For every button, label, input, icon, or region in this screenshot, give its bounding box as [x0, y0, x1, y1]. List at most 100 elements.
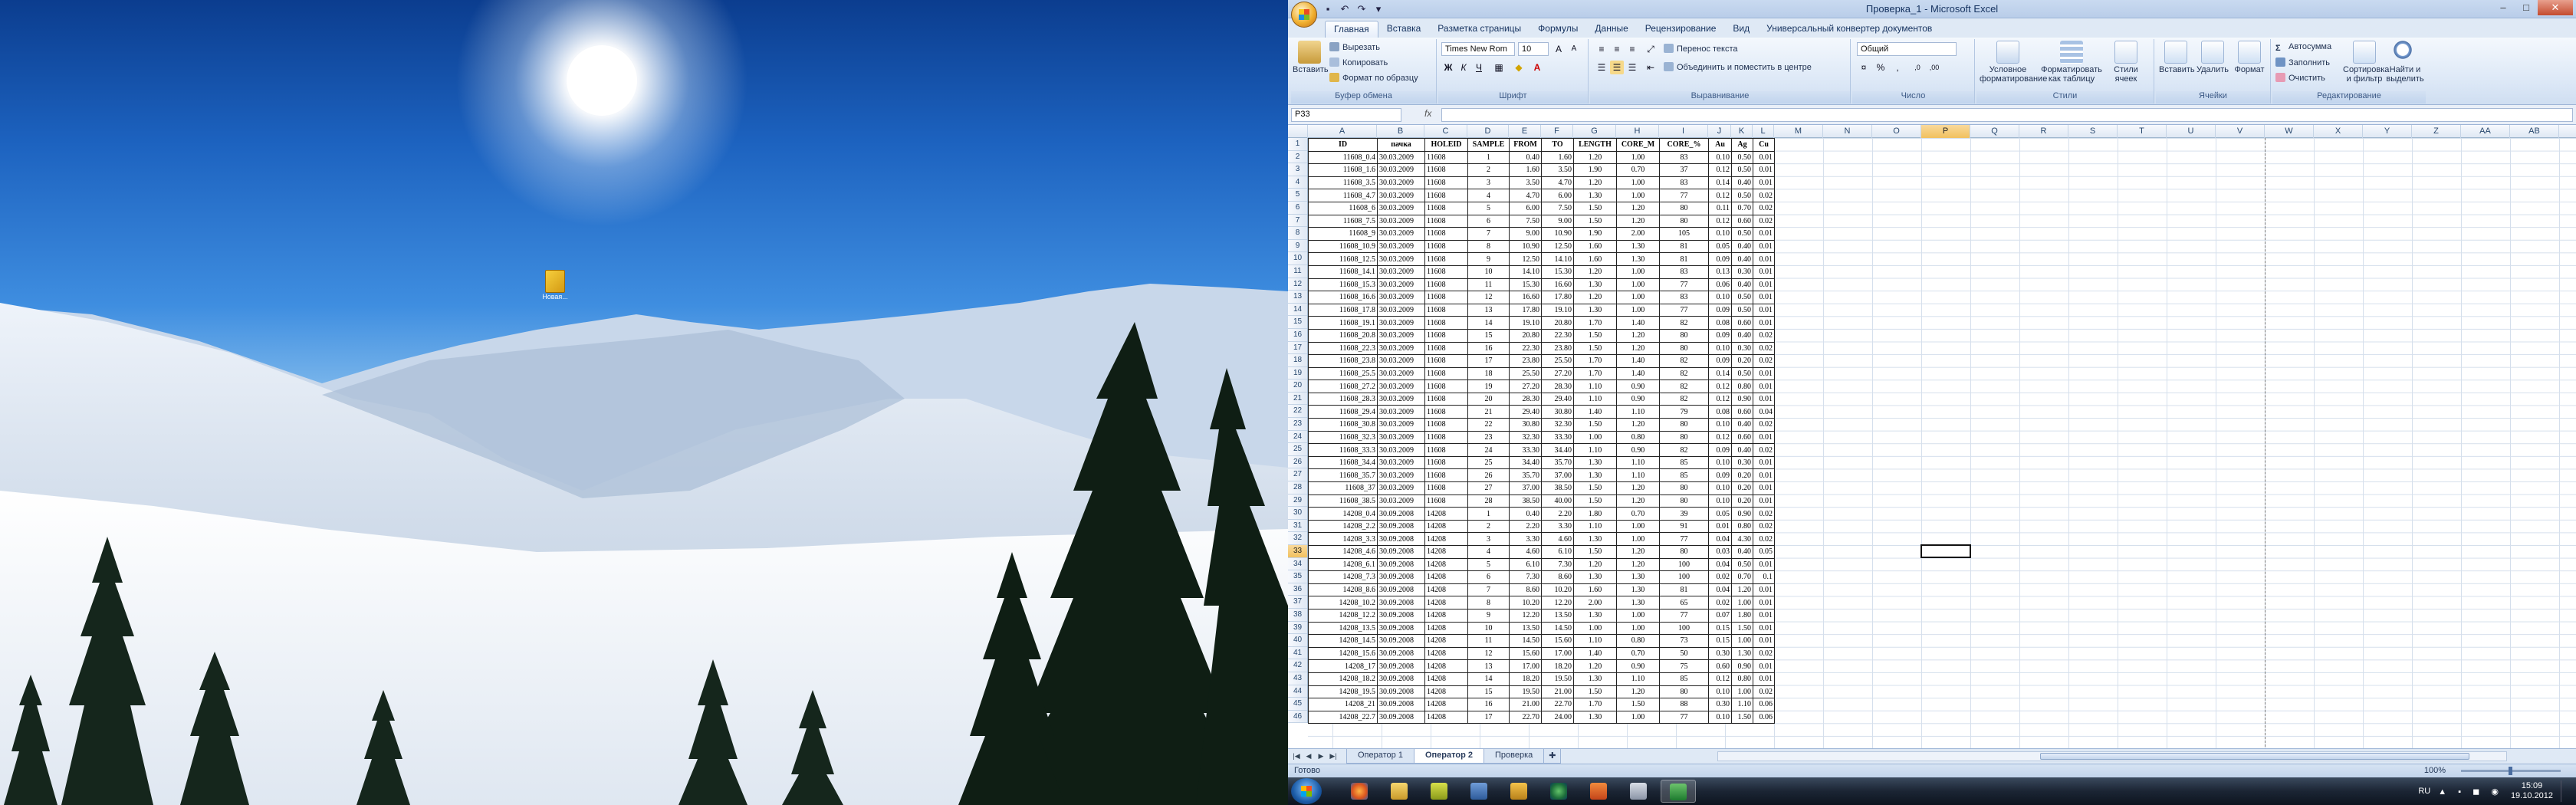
table-cell[interactable]: 4.60 [1541, 532, 1574, 546]
table-cell[interactable]: 1.10 [1616, 468, 1660, 483]
table-cell[interactable]: 32.30 [1541, 418, 1574, 432]
table-cell[interactable]: 30.03.2009 [1377, 481, 1425, 495]
table-cell[interactable]: 10.90 [1509, 239, 1542, 254]
table-cell[interactable]: 0.01 [1753, 430, 1775, 445]
table-cell[interactable]: 11608_25.5 [1308, 366, 1378, 381]
taskbar-calc-app[interactable] [1621, 780, 1656, 803]
table-cell[interactable]: 1.10 [1573, 634, 1617, 648]
table-cell[interactable]: 15 [1467, 328, 1510, 343]
table-cell[interactable]: 14208_3.3 [1308, 532, 1378, 546]
table-cell[interactable]: 10.90 [1541, 227, 1574, 241]
table-cell[interactable]: 30.03.2009 [1377, 264, 1425, 279]
table-cell[interactable]: 1.20 [1616, 328, 1660, 343]
table-cell[interactable]: 8 [1467, 596, 1510, 610]
table-cell[interactable]: 25.50 [1509, 366, 1542, 381]
table-cell[interactable]: 25.50 [1541, 354, 1574, 368]
table-cell[interactable]: 91 [1659, 519, 1709, 534]
table-cell[interactable]: 0.15 [1708, 634, 1732, 648]
table-cell[interactable]: 11608_19.1 [1308, 316, 1378, 330]
table-cell[interactable]: 1.30 [1573, 672, 1617, 686]
row-header[interactable]: 22 [1288, 405, 1307, 419]
table-cell[interactable]: 80 [1659, 430, 1709, 445]
taskbar-explorer[interactable] [1382, 780, 1417, 803]
table-cell[interactable]: 1.00 [1616, 291, 1660, 304]
insert-cells-button[interactable]: Вставить [2159, 41, 2195, 74]
table-cell[interactable]: 0.13 [1708, 264, 1732, 279]
table-cell[interactable]: 15.30 [1541, 264, 1574, 279]
table-cell[interactable]: 1.20 [1573, 264, 1617, 279]
table-cell[interactable]: 1.00 [1731, 634, 1753, 648]
table-cell[interactable]: 1.70 [1573, 354, 1617, 368]
table-cell[interactable]: 0.01 [1753, 316, 1775, 330]
row-header[interactable]: 39 [1288, 622, 1307, 635]
row-header[interactable]: 36 [1288, 583, 1307, 596]
tab-review[interactable]: Рецензирование [1637, 21, 1725, 38]
table-cell[interactable]: 80 [1659, 214, 1709, 228]
table-cell[interactable]: 0.20 [1731, 468, 1753, 483]
table-cell[interactable]: 30.09.2008 [1377, 634, 1425, 648]
table-cell[interactable]: 17.00 [1509, 659, 1542, 673]
sheet-tab-operator-2[interactable]: Оператор 2 [1413, 749, 1484, 764]
table-cell[interactable]: 0.05 [1708, 507, 1732, 521]
table-cell[interactable]: 85 [1659, 672, 1709, 686]
format-cells-button[interactable]: Формат [2233, 41, 2266, 74]
table-cell[interactable]: 1.50 [1616, 698, 1660, 711]
table-cell[interactable]: 0.70 [1616, 507, 1660, 521]
row-header[interactable]: 40 [1288, 634, 1307, 647]
table-cell[interactable]: 0.10 [1708, 455, 1732, 470]
table-cell[interactable]: 11608_34.4 [1308, 455, 1378, 470]
table-cell[interactable]: 0.90 [1731, 392, 1753, 406]
table-cell[interactable]: 0.02 [1753, 341, 1775, 356]
table-cell[interactable]: 1.70 [1573, 366, 1617, 381]
header-cell[interactable]: CORE_M [1616, 138, 1660, 152]
row-header[interactable]: 8 [1288, 227, 1307, 240]
table-cell[interactable]: 30.09.2008 [1377, 545, 1425, 559]
table-cell[interactable]: 14208 [1424, 583, 1468, 597]
table-cell[interactable]: 0.11 [1708, 201, 1732, 215]
table-cell[interactable]: 11 [1467, 278, 1510, 292]
row-header[interactable]: 35 [1288, 570, 1307, 583]
row-header[interactable]: 7 [1288, 215, 1307, 228]
table-cell[interactable]: 1.40 [1573, 405, 1617, 419]
table-cell[interactable]: 6 [1467, 570, 1510, 584]
table-cell[interactable]: 30.03.2009 [1377, 405, 1425, 419]
table-cell[interactable]: 11608_9 [1308, 227, 1378, 241]
table-cell[interactable]: 0.01 [1753, 278, 1775, 292]
table-cell[interactable]: 7 [1467, 227, 1510, 241]
table-cell[interactable]: 80 [1659, 341, 1709, 356]
table-cell[interactable]: 1.30 [1573, 455, 1617, 470]
table-cell[interactable]: 16 [1467, 698, 1510, 711]
table-cell[interactable]: 9 [1467, 608, 1510, 623]
align-right-icon[interactable]: ☰ [1625, 61, 1639, 74]
table-cell[interactable]: 1.00 [1616, 608, 1660, 623]
table-cell[interactable]: 30.03.2009 [1377, 316, 1425, 330]
table-cell[interactable]: 1.10 [1731, 698, 1753, 711]
table-cell[interactable]: 1.10 [1573, 519, 1617, 534]
table-cell[interactable]: 0.60 [1731, 405, 1753, 419]
table-cell[interactable]: 30.03.2009 [1377, 430, 1425, 445]
align-middle-icon[interactable]: ≡ [1610, 42, 1624, 56]
tab-page-layout[interactable]: Разметка страницы [1429, 21, 1530, 38]
table-cell[interactable]: 0.01 [1753, 634, 1775, 648]
table-cell[interactable]: 14208_4.6 [1308, 545, 1378, 559]
table-cell[interactable]: 1.70 [1573, 698, 1617, 711]
table-cell[interactable]: 11608_0.4 [1308, 150, 1378, 165]
table-cell[interactable]: 0.10 [1708, 494, 1732, 508]
table-cell[interactable]: 14208_2.2 [1308, 519, 1378, 534]
table-cell[interactable]: 7.30 [1541, 557, 1574, 572]
column-header-q[interactable]: Q [1970, 125, 2019, 138]
table-cell[interactable]: 1.00 [1616, 303, 1660, 317]
table-cell[interactable]: 75 [1659, 659, 1709, 673]
table-cell[interactable]: 14208 [1424, 698, 1468, 711]
table-cell[interactable]: 24 [1467, 443, 1510, 457]
table-cell[interactable]: 11608 [1424, 163, 1468, 177]
table-cell[interactable]: 0.12 [1708, 189, 1732, 202]
tab-insert[interactable]: Вставка [1378, 21, 1430, 38]
table-cell[interactable]: 14.10 [1509, 264, 1542, 279]
table-cell[interactable]: 1.00 [1616, 532, 1660, 546]
table-cell[interactable]: 0.02 [1753, 443, 1775, 457]
table-cell[interactable]: 27.20 [1541, 366, 1574, 381]
table-cell[interactable]: 14208_17 [1308, 659, 1378, 673]
table-cell[interactable]: 16.60 [1509, 291, 1542, 304]
table-cell[interactable]: 1.20 [1616, 341, 1660, 356]
